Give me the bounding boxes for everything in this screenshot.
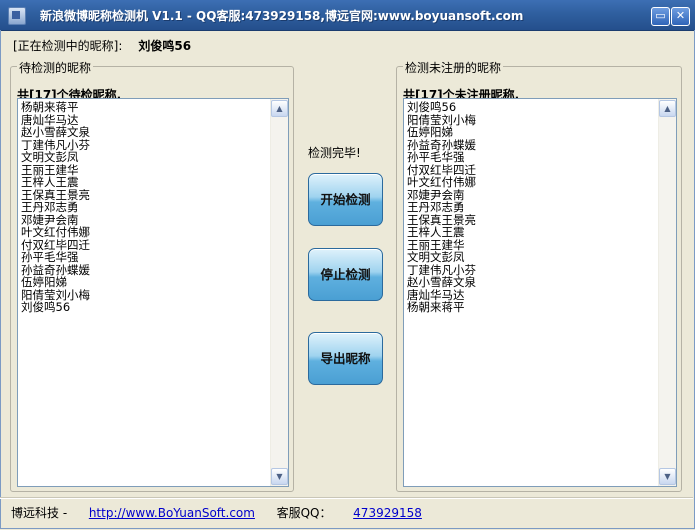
list-item[interactable]: 伍婷阳娣 (21, 276, 288, 289)
scroll-up-icon[interactable]: ▲ (271, 100, 288, 117)
unregistered-listbox[interactable]: 刘俊鸣56 阳倩莹刘小梅 伍婷阳娣 孙益奇孙蝶媛 孙平毛华强 付双红毕四迁 叶文红付伟娜 邓婕… (403, 98, 677, 487)
list-item[interactable]: 刘俊鸣56 (21, 301, 288, 314)
pending-scrollbar[interactable]: ▲ ▼ (270, 99, 288, 486)
stop-check-button[interactable]: 停止检测 (308, 248, 383, 301)
footer-divider (0, 497, 693, 499)
list-item[interactable]: 王梓人王震 (21, 176, 288, 189)
footer-support-label: 客服QQ： (276, 506, 332, 520)
checking-label: [正在检测中的昵称]: (13, 39, 123, 53)
list-item[interactable]: 杨朝来蒋平 (407, 301, 676, 314)
list-item[interactable]: 赵小雪薛文泉 (21, 126, 288, 139)
list-item[interactable]: 伍婷阳娣 (407, 126, 676, 139)
unregistered-scrollbar[interactable]: ▲ ▼ (658, 99, 676, 486)
footer-company: 博远科技 - (11, 506, 68, 520)
list-item[interactable]: 王梓人王震 (407, 226, 676, 239)
list-item[interactable]: 王丹邓志勇 (21, 201, 288, 214)
list-item[interactable]: 刘俊鸣56 (407, 101, 676, 114)
scroll-down-icon[interactable]: ▼ (659, 468, 676, 485)
minimize-button[interactable]: ▭ (651, 7, 670, 26)
close-button[interactable]: ✕ (671, 7, 690, 26)
list-item[interactable]: 孙平毛华强 (407, 151, 676, 164)
footer-support-qq-link[interactable]: 473929158 (353, 506, 422, 520)
scroll-down-icon[interactable]: ▼ (271, 468, 288, 485)
list-item[interactable]: 赵小雪薛文泉 (407, 276, 676, 289)
unregistered-group-title: 检测未注册的昵称 (403, 59, 504, 76)
app-icon (8, 7, 26, 25)
list-item[interactable]: 文明文彭凤 (407, 251, 676, 264)
export-nicknames-button[interactable]: 导出昵称 (308, 332, 383, 385)
unregistered-list: 刘俊鸣56 阳倩莹刘小梅 伍婷阳娣 孙益奇孙蝶媛 孙平毛华强 付双红毕四迁 叶文红付伟娜 邓婕… (404, 99, 676, 314)
list-item[interactable]: 杨朝来蒋平 (21, 101, 288, 114)
scroll-up-icon[interactable]: ▲ (659, 100, 676, 117)
pending-group-title: 待检测的昵称 (17, 59, 94, 76)
window-title: 新浪微博昵称检测机 V1.1 - QQ客服:473929158,博远官网:www… (40, 9, 524, 23)
pending-group: 待检测的昵称 共[17]个待检昵称. 杨朝来蒋平 唐灿华马达 赵小雪薛文泉 丁建伟凡小… (10, 59, 294, 492)
footer-website-link[interactable]: http://www.BoYuanSoft.com (89, 506, 255, 520)
list-item[interactable]: 叶文红付伟娜 (21, 226, 288, 239)
list-item[interactable]: 孙平毛华强 (21, 251, 288, 264)
start-check-button[interactable]: 开始检测 (308, 173, 383, 226)
checking-row: [正在检测中的昵称]: 刘俊鸣56 (13, 37, 191, 54)
list-item[interactable]: 叶文红付伟娜 (407, 176, 676, 189)
pending-list: 杨朝来蒋平 唐灿华马达 赵小雪薛文泉 丁建伟凡小芬 文明文彭凤 王丽王建华 王梓人王震 王保真… (18, 99, 288, 314)
status-text: 检测完毕! (308, 146, 361, 160)
footer: 博远科技 - http://www.BoYuanSoft.com 客服QQ： 4… (11, 504, 422, 521)
pending-listbox[interactable]: 杨朝来蒋平 唐灿华马达 赵小雪薛文泉 丁建伟凡小芬 文明文彭凤 王丽王建华 王梓人王震 王保真… (17, 98, 289, 487)
list-item[interactable]: 文明文彭凤 (21, 151, 288, 164)
checking-value: 刘俊鸣56 (138, 39, 192, 53)
list-item[interactable]: 王丹邓志勇 (407, 201, 676, 214)
title-bar[interactable]: 新浪微博昵称检测机 V1.1 - QQ客服:473929158,博远官网:www… (0, 0, 695, 31)
unregistered-group: 检测未注册的昵称 共[17]个未注册昵称. 刘俊鸣56 阳倩莹刘小梅 伍婷阳娣 孙益奇… (396, 59, 682, 492)
